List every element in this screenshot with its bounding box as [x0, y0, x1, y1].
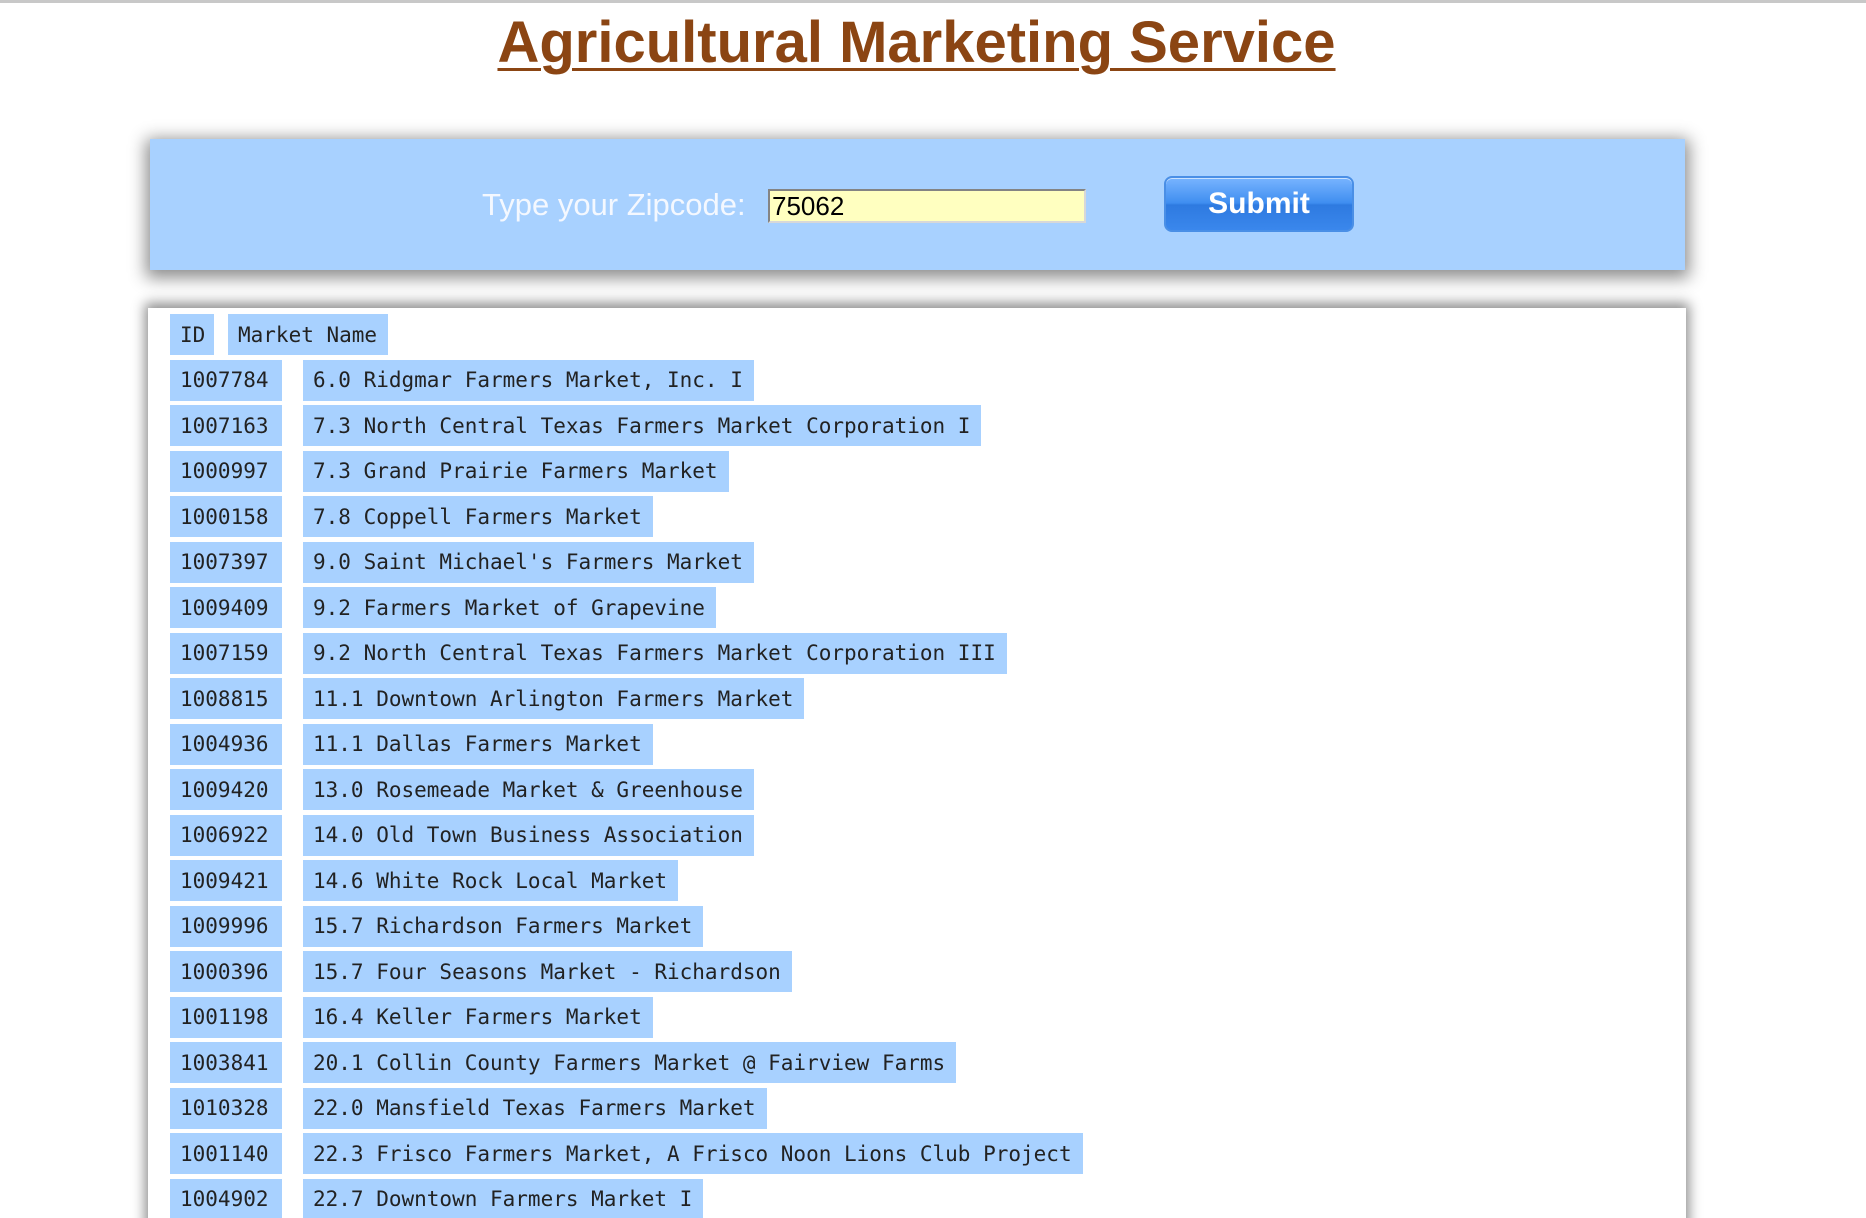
market-name-cell: 9.0 Saint Michael's Farmers Market — [303, 541, 754, 583]
market-id-cell: 1000997 — [170, 450, 282, 492]
market-id-cell: 1007163 — [170, 405, 282, 446]
table-row: 1004936 11.1 Dallas Farmers Market — [170, 723, 1083, 765]
column-header-id: ID — [170, 314, 214, 355]
page-title-link[interactable]: Agricultural Marketing Service — [0, 8, 1833, 78]
table-row: 1007784 6.0 Ridgmar Farmers Market, Inc. … — [170, 359, 1083, 401]
table-row: 1006922 14.0 Old Town Business Associatio… — [170, 814, 1083, 856]
market-id-cell: 1009409 — [170, 587, 282, 628]
table-header-row: ID Market Name — [170, 314, 1083, 355]
market-id-cell: 1004936 — [170, 723, 282, 765]
table-row: 1001140 22.3 Frisco Farmers Market, A Fri… — [170, 1133, 1083, 1174]
market-id-cell: 1009996 — [170, 905, 282, 947]
top-divider — [0, 0, 1866, 3]
market-name-cell: 13.0 Rosemeade Market & Greenhouse — [303, 769, 754, 810]
market-name-cell: 14.0 Old Town Business Association — [303, 814, 754, 856]
table-row: 1001198 16.4 Keller Farmers Market — [170, 996, 1083, 1038]
market-id-cell: 1009420 — [170, 769, 282, 810]
market-name-cell: 11.1 Downtown Arlington Farmers Market — [303, 678, 805, 719]
table-row: 1003841 20.1 Collin County Farmers Market… — [170, 1042, 1083, 1083]
submit-button[interactable]: Submit — [1164, 176, 1354, 232]
column-header-market-name: Market Name — [228, 314, 389, 355]
market-name-cell: 14.6 White Rock Local Market — [303, 860, 679, 901]
market-name-cell: 20.1 Collin County Farmers Market @ Fair… — [303, 1042, 957, 1083]
market-name-cell: 9.2 North Central Texas Farmers Market C… — [303, 632, 1007, 674]
market-name-cell: 6.0 Ridgmar Farmers Market, Inc. I — [303, 359, 754, 401]
market-id-cell: 1001140 — [170, 1133, 282, 1174]
market-id-cell: 1004902 — [170, 1178, 282, 1218]
table-row: 1008815 11.1 Downtown Arlington Farmers M… — [170, 678, 1083, 719]
table-row: 1009409 9.2 Farmers Market of Grapevine — [170, 587, 1083, 628]
table-row: 1007397 9.0 Saint Michael's Farmers Marke… — [170, 541, 1083, 583]
market-name-cell: 16.4 Keller Farmers Market — [303, 996, 653, 1038]
results-table: ID Market Name 1007784 6.0 Ridgmar Farmer… — [170, 314, 1083, 1218]
zipcode-input[interactable] — [768, 189, 1086, 223]
market-id-cell: 1010328 — [170, 1087, 282, 1129]
table-row: 1009996 15.7 Richardson Farmers Market — [170, 905, 1083, 947]
zipcode-search-panel: Type your Zipcode: Submit — [150, 139, 1685, 270]
market-id-cell: 1006922 — [170, 814, 282, 856]
zipcode-label: Type your Zipcode: — [482, 187, 746, 222]
market-name-cell: 15.7 Richardson Farmers Market — [303, 905, 704, 947]
market-id-cell: 1000396 — [170, 951, 282, 992]
table-row: 1009421 14.6 White Rock Local Market — [170, 860, 1083, 901]
market-name-cell: 7.3 North Central Texas Farmers Market C… — [303, 405, 982, 446]
market-name-cell: 22.7 Downtown Farmers Market I — [303, 1178, 704, 1218]
table-row: 1007159 9.2 North Central Texas Farmers M… — [170, 632, 1083, 674]
market-id-cell: 1008815 — [170, 678, 282, 719]
market-id-cell: 1003841 — [170, 1042, 282, 1083]
market-name-cell: 15.7 Four Seasons Market - Richardson — [303, 951, 792, 992]
table-row: 1007163 7.3 North Central Texas Farmers M… — [170, 405, 1083, 446]
table-row: 1009420 13.0 Rosemeade Market & Greenhous… — [170, 769, 1083, 810]
market-id-cell: 1007397 — [170, 541, 282, 583]
market-id-cell: 1009421 — [170, 860, 282, 901]
table-row: 1000396 15.7 Four Seasons Market - Richar… — [170, 951, 1083, 992]
table-row: 1004902 22.7 Downtown Farmers Market I — [170, 1178, 1083, 1218]
table-row: 1010328 22.0 Mansfield Texas Farmers Mark… — [170, 1087, 1083, 1129]
table-row: 1000158 7.8 Coppell Farmers Market — [170, 496, 1083, 537]
market-name-cell: 22.3 Frisco Farmers Market, A Frisco Noo… — [303, 1133, 1083, 1174]
market-name-cell: 9.2 Farmers Market of Grapevine — [303, 587, 716, 628]
market-id-cell: 1000158 — [170, 496, 282, 537]
market-name-cell: 7.3 Grand Prairie Farmers Market — [303, 450, 729, 492]
market-id-cell: 1007784 — [170, 359, 282, 401]
market-name-cell: 7.8 Coppell Farmers Market — [303, 496, 653, 537]
market-name-cell: 11.1 Dallas Farmers Market — [303, 723, 653, 765]
market-name-cell: 22.0 Mansfield Texas Farmers Market — [303, 1087, 767, 1129]
market-id-cell: 1001198 — [170, 996, 282, 1038]
table-row: 1000997 7.3 Grand Prairie Farmers Market — [170, 450, 1083, 492]
market-id-cell: 1007159 — [170, 632, 282, 674]
